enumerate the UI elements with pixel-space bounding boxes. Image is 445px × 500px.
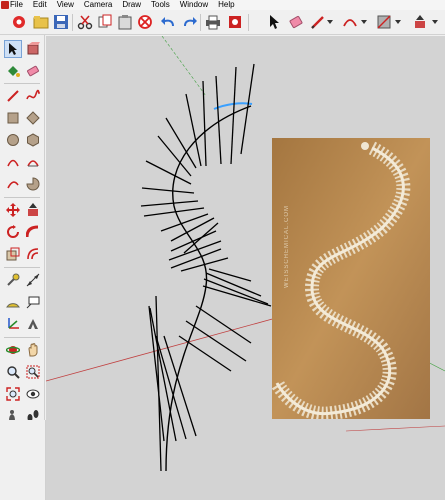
cut-icon[interactable] bbox=[76, 13, 94, 31]
snake-skeleton-photo[interactable]: WEISSCHEMICAL.COM bbox=[272, 138, 430, 419]
skeleton-skull-shape bbox=[361, 142, 369, 150]
rectangle-icon[interactable] bbox=[4, 109, 22, 127]
tool-separator bbox=[4, 267, 40, 268]
select-icon[interactable] bbox=[4, 40, 22, 58]
select-icon[interactable] bbox=[265, 13, 283, 31]
toolbar-separator bbox=[248, 14, 249, 31]
tape-measure-icon[interactable] bbox=[4, 271, 22, 289]
zoom-extents-icon[interactable] bbox=[4, 385, 22, 403]
photo-image bbox=[272, 138, 430, 419]
arc-icon[interactable] bbox=[4, 153, 22, 171]
scale-icon[interactable] bbox=[4, 245, 22, 263]
undo-icon[interactable] bbox=[160, 13, 178, 31]
pan-icon[interactable] bbox=[24, 341, 42, 359]
make-component-icon[interactable] bbox=[24, 40, 42, 58]
polygon-icon[interactable] bbox=[24, 131, 42, 149]
copy-icon[interactable] bbox=[96, 13, 114, 31]
tool-separator bbox=[4, 337, 40, 338]
tool-palette-footer bbox=[0, 420, 46, 500]
eraser-icon[interactable] bbox=[24, 62, 42, 80]
menu-file[interactable]: File bbox=[10, 0, 23, 10]
model-info-icon[interactable] bbox=[226, 13, 244, 31]
red-axis bbox=[46, 317, 277, 382]
save-icon[interactable] bbox=[52, 13, 70, 31]
follow-me-icon[interactable] bbox=[24, 223, 42, 241]
menu-window[interactable]: Window bbox=[180, 0, 208, 10]
new-model-icon[interactable] bbox=[10, 13, 28, 31]
text-icon[interactable] bbox=[24, 293, 42, 311]
dimension-icon[interactable] bbox=[24, 271, 42, 289]
tool-palette bbox=[0, 35, 45, 422]
redo-icon[interactable] bbox=[180, 13, 198, 31]
move-icon[interactable] bbox=[4, 201, 22, 219]
app-icon[interactable] bbox=[1, 1, 9, 9]
open-icon[interactable] bbox=[32, 13, 50, 31]
three-point-arc-icon[interactable] bbox=[4, 175, 22, 193]
rectangle-icon[interactable] bbox=[375, 13, 393, 31]
orbit-icon[interactable] bbox=[4, 341, 22, 359]
menu-bar: File Edit View Camera Draw Tools Window … bbox=[0, 0, 445, 10]
shape-dropdown-arrow[interactable] bbox=[395, 20, 401, 24]
zoom-window-icon[interactable] bbox=[24, 363, 42, 381]
photo-watermark: WEISSCHEMICAL.COM bbox=[284, 204, 290, 288]
menu-help[interactable]: Help bbox=[218, 0, 234, 10]
menu-draw[interactable]: Draw bbox=[122, 0, 141, 10]
circle-icon[interactable] bbox=[4, 131, 22, 149]
pencil-line-icon[interactable] bbox=[309, 13, 327, 31]
red-axis-segment bbox=[345, 425, 445, 432]
erase-icon[interactable] bbox=[136, 13, 154, 31]
freehand-icon[interactable] bbox=[24, 87, 42, 105]
tool-separator bbox=[4, 83, 40, 84]
menu-camera[interactable]: Camera bbox=[84, 0, 112, 10]
menu-edit[interactable]: Edit bbox=[33, 0, 47, 10]
main-toolbar bbox=[0, 10, 445, 35]
look-around-icon[interactable] bbox=[24, 385, 42, 403]
print-icon[interactable] bbox=[204, 13, 222, 31]
menu-tools[interactable]: Tools bbox=[151, 0, 170, 10]
menu-view[interactable]: View bbox=[57, 0, 74, 10]
toolbar-separator bbox=[72, 14, 73, 31]
push-pull-icon[interactable] bbox=[411, 13, 429, 31]
tool-separator bbox=[4, 197, 40, 198]
axes-icon[interactable] bbox=[4, 315, 22, 333]
zoom-icon[interactable] bbox=[4, 363, 22, 381]
arc-dropdown-arrow[interactable] bbox=[361, 20, 367, 24]
arc-icon[interactable] bbox=[341, 13, 359, 31]
3d-text-icon[interactable] bbox=[24, 315, 42, 333]
rotated-rectangle-icon[interactable] bbox=[24, 109, 42, 127]
line-icon[interactable] bbox=[4, 87, 22, 105]
eraser-icon[interactable] bbox=[287, 13, 305, 31]
offset-icon[interactable] bbox=[24, 245, 42, 263]
pie-icon[interactable] bbox=[24, 175, 42, 193]
push-pull-dropdown-arrow[interactable] bbox=[432, 20, 438, 24]
toolbar-separator bbox=[200, 14, 201, 31]
green-axis bbox=[161, 36, 207, 97]
protractor-icon[interactable] bbox=[4, 293, 22, 311]
line-dropdown-arrow[interactable] bbox=[327, 20, 333, 24]
paint-bucket-icon[interactable] bbox=[4, 62, 22, 80]
push-pull-icon[interactable] bbox=[24, 201, 42, 219]
paste-icon[interactable] bbox=[116, 13, 134, 31]
rotate-icon[interactable] bbox=[4, 223, 22, 241]
two-point-arc-icon[interactable] bbox=[24, 153, 42, 171]
